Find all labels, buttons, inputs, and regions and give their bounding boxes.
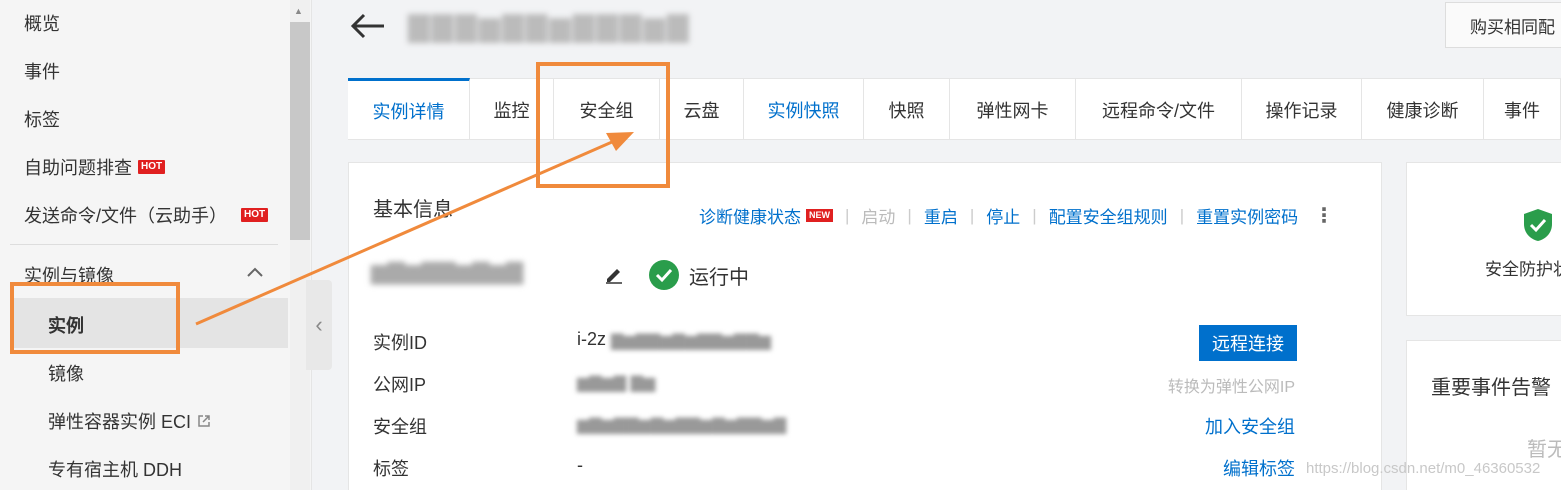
tab-snapshot[interactable]: 快照 — [864, 78, 950, 140]
instance-title-redacted: ▇▇▇▆▇▇▆▇▇▇▆▇ — [408, 11, 691, 42]
basic-info-title: 基本信息 — [373, 199, 453, 221]
tab-bar: 实例详情 监控 安全组 云盘 实例快照 快照 弹性网卡 远程命令/文件 操作记录… — [348, 78, 1561, 140]
public-ip-redacted: ▆▇▆▇ ▇▆ — [577, 375, 656, 392]
start-link[interactable]: 启动 — [861, 203, 895, 228]
instance-name-redacted: ▆▇▆▇▇▆▇▆▇ — [371, 259, 524, 284]
tab-instance-snapshot[interactable]: 实例快照 — [744, 78, 864, 140]
main-content: ▇▇▇▆▇▇▆▇▇▇▆▇ 购买相同配 实例详情 监控 安全组 云盘 实例快照 快… — [330, 0, 1561, 490]
security-group-redacted: ▆▇▆▇▇▆▇▆▇▇▆▇▆▇▇▆▇ — [577, 417, 787, 434]
restart-link[interactable]: 重启 — [924, 203, 958, 228]
chevron-up-icon[interactable] — [246, 266, 264, 278]
separator: | — [907, 205, 912, 225]
instance-status: 运行中 — [649, 260, 749, 290]
sidebar-item-ddh[interactable]: 专有宿主机 DDH — [48, 456, 182, 482]
sidebar-item-cloud-assistant[interactable]: 发送命令/文件（云助手） HOT — [24, 202, 269, 228]
sidebar-item-overview[interactable]: 概览 — [24, 10, 60, 36]
back-arrow-icon[interactable] — [348, 6, 388, 46]
sidebar-item-label: 标签 — [24, 110, 60, 130]
separator: | — [969, 205, 975, 225]
public-ip-label: 公网IP — [373, 375, 427, 395]
tags-label: 标签 — [373, 459, 409, 479]
external-link-icon — [198, 415, 210, 427]
edit-pencil-icon[interactable] — [603, 263, 625, 285]
instance-id-redacted: ▇▆▇▇▆▇▆▇▇▆▇▇▆ — [611, 333, 771, 350]
alerts-empty-text: 暂无 — [1527, 439, 1561, 461]
running-check-icon — [649, 260, 679, 290]
separator: | — [1179, 205, 1185, 225]
tab-cloud-disk[interactable]: 云盘 — [660, 78, 744, 140]
security-group-label: 安全组 — [373, 417, 427, 437]
instance-id-label: 实例ID — [373, 333, 427, 353]
sidebar-item-label: 专有宿主机 DDH — [48, 460, 182, 480]
annotation-box-instances — [10, 282, 180, 354]
diagnose-health-link[interactable]: 诊断健康状态 — [699, 203, 801, 228]
hot-badge: HOT — [241, 208, 269, 222]
sidebar-item-label: 事件 — [24, 62, 60, 82]
sidebar-scrollbar-thumb[interactable] — [290, 22, 310, 240]
sidebar-item-label: 概览 — [24, 14, 60, 34]
tab-instance-details[interactable]: 实例详情 — [348, 78, 470, 140]
sidebar-item-events[interactable]: 事件 — [24, 58, 60, 84]
tab-remote-command[interactable]: 远程命令/文件 — [1076, 78, 1242, 140]
reset-password-link[interactable]: 重置实例密码 — [1196, 203, 1298, 228]
remote-connect-button[interactable]: 远程连接 — [1199, 325, 1297, 361]
separator: | — [1032, 205, 1037, 225]
instance-id-value: i-2z — [577, 329, 607, 349]
sidebar-item-label: 自助问题排查 — [24, 158, 132, 178]
edit-tags-link[interactable]: 编辑标签 — [1223, 455, 1295, 481]
new-badge: NEW — [806, 209, 833, 222]
tab-health-diagnosis[interactable]: 健康诊断 — [1362, 78, 1484, 140]
action-bar: 诊断健康状态 NEW | 启动 | 重启 | 停止 | 配置安全组规则 | 重置… — [699, 203, 1334, 228]
sidebar-collapse-button[interactable]: ‹ — [306, 280, 332, 370]
sidebar-item-tags[interactable]: 标签 — [24, 106, 60, 132]
scroll-up-icon[interactable]: ▲ — [294, 6, 303, 16]
alerts-title: 重要事件告警 — [1431, 377, 1551, 399]
sidebar: 概览 事件 标签 自助问题排查 HOT 发送命令/文件（云助手） HOT 实例与… — [0, 0, 312, 490]
more-options-icon[interactable]: ⋮ — [1314, 206, 1334, 226]
sidebar-item-self-troubleshoot[interactable]: 自助问题排查 HOT — [24, 154, 166, 180]
annotation-box-security-group — [536, 62, 670, 188]
chevron-left-icon: ‹ — [315, 312, 323, 337]
sidebar-item-label: 镜像 — [48, 364, 84, 384]
buy-same-config-button[interactable]: 购买相同配 — [1445, 2, 1561, 48]
sidebar-item-images[interactable]: 镜像 — [48, 360, 84, 386]
separator: | — [845, 205, 850, 225]
hot-badge: HOT — [138, 160, 166, 174]
stop-link[interactable]: 停止 — [986, 203, 1020, 228]
basic-info-card: 基本信息 诊断健康状态 NEW | 启动 | 重启 | 停止 | 配置安全组规则… — [348, 162, 1382, 490]
tags-value: - — [577, 455, 583, 475]
convert-eip-link[interactable]: 转换为弹性公网IP — [1168, 373, 1295, 397]
sidebar-item-label: 发送命令/文件（云助手） — [24, 206, 227, 226]
tab-eni[interactable]: 弹性网卡 — [950, 78, 1076, 140]
watermark: https://blog.csdn.net/m0_46360532 — [1306, 460, 1541, 477]
tab-operation-log[interactable]: 操作记录 — [1242, 78, 1362, 140]
sidebar-item-label: 弹性容器实例 ECI — [48, 412, 192, 432]
protection-status-label: 安全防护状 — [1485, 260, 1561, 279]
config-security-rules-link[interactable]: 配置安全组规则 — [1049, 203, 1168, 228]
sidebar-item-eci[interactable]: 弹性容器实例 ECI — [48, 408, 211, 434]
protection-status-card: 安全防护状 — [1406, 162, 1561, 316]
join-security-group-link[interactable]: 加入安全组 — [1205, 413, 1295, 439]
tab-events[interactable]: 事件 — [1484, 78, 1561, 140]
shield-check-icon — [1524, 209, 1552, 241]
status-text: 运行中 — [689, 266, 749, 289]
sidebar-divider — [10, 244, 278, 245]
